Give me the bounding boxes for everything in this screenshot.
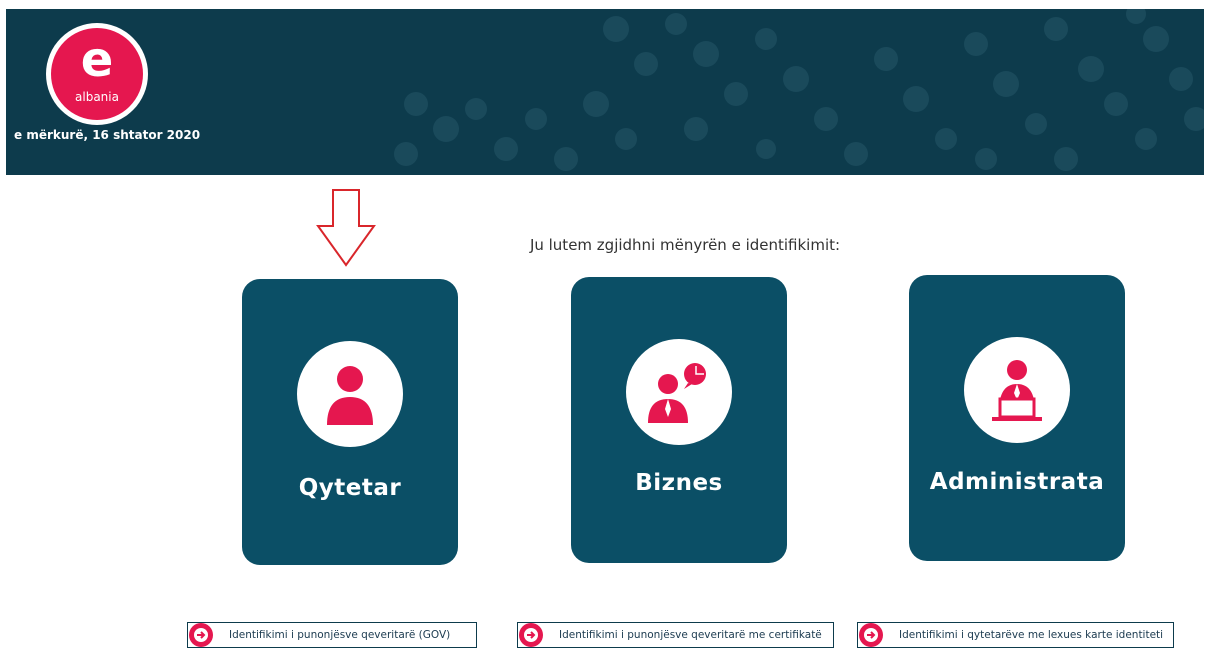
- header-banner: e albania e mërkurë, 16 shtator 2020: [6, 9, 1204, 175]
- administration-icon: [964, 337, 1070, 443]
- arrow-circle-icon: [519, 623, 543, 647]
- arrow-circle-icon: [189, 623, 213, 647]
- card-qytetar[interactable]: Qytetar: [242, 279, 458, 565]
- citizen-icon: [297, 341, 403, 447]
- gov-employee-login-button[interactable]: Identifikimi i punonjësve qeveritarë (GO…: [187, 622, 477, 648]
- logo-text: albania: [75, 90, 119, 104]
- card-label-qytetar: Qytetar: [298, 475, 402, 501]
- card-label-biznes: Biznes: [635, 470, 723, 496]
- id-card-reader-login-label: Identifikimi i qytetarëve me lexues kart…: [899, 629, 1164, 641]
- id-card-reader-login-button[interactable]: Identifikimi i qytetarëve me lexues kart…: [857, 622, 1174, 648]
- e-albania-logo[interactable]: e albania: [46, 23, 148, 125]
- decorative-dots-pattern: [394, 9, 1204, 171]
- logo-letter: e: [80, 32, 114, 88]
- gov-employee-login-label: Identifikimi i punonjësve qeveritarë (GO…: [229, 629, 451, 641]
- gov-employee-certificate-login-label: Identifikimi i punonjësve qeveritarë me …: [559, 629, 822, 641]
- identification-prompt: Ju lutem zgjidhni mënyrën e identifikimi…: [529, 236, 841, 254]
- gov-employee-certificate-login-button[interactable]: Identifikimi i punonjësve qeveritarë me …: [517, 622, 834, 648]
- card-administrata[interactable]: Administrata: [909, 275, 1125, 561]
- card-biznes[interactable]: Biznes: [571, 277, 787, 563]
- current-date: e mërkurë, 16 shtator 2020: [14, 128, 201, 142]
- card-label-administrata: Administrata: [929, 469, 1105, 495]
- arrow-circle-icon: [859, 623, 883, 647]
- business-icon: [626, 339, 732, 445]
- down-arrow-annotation-icon: [316, 189, 376, 267]
